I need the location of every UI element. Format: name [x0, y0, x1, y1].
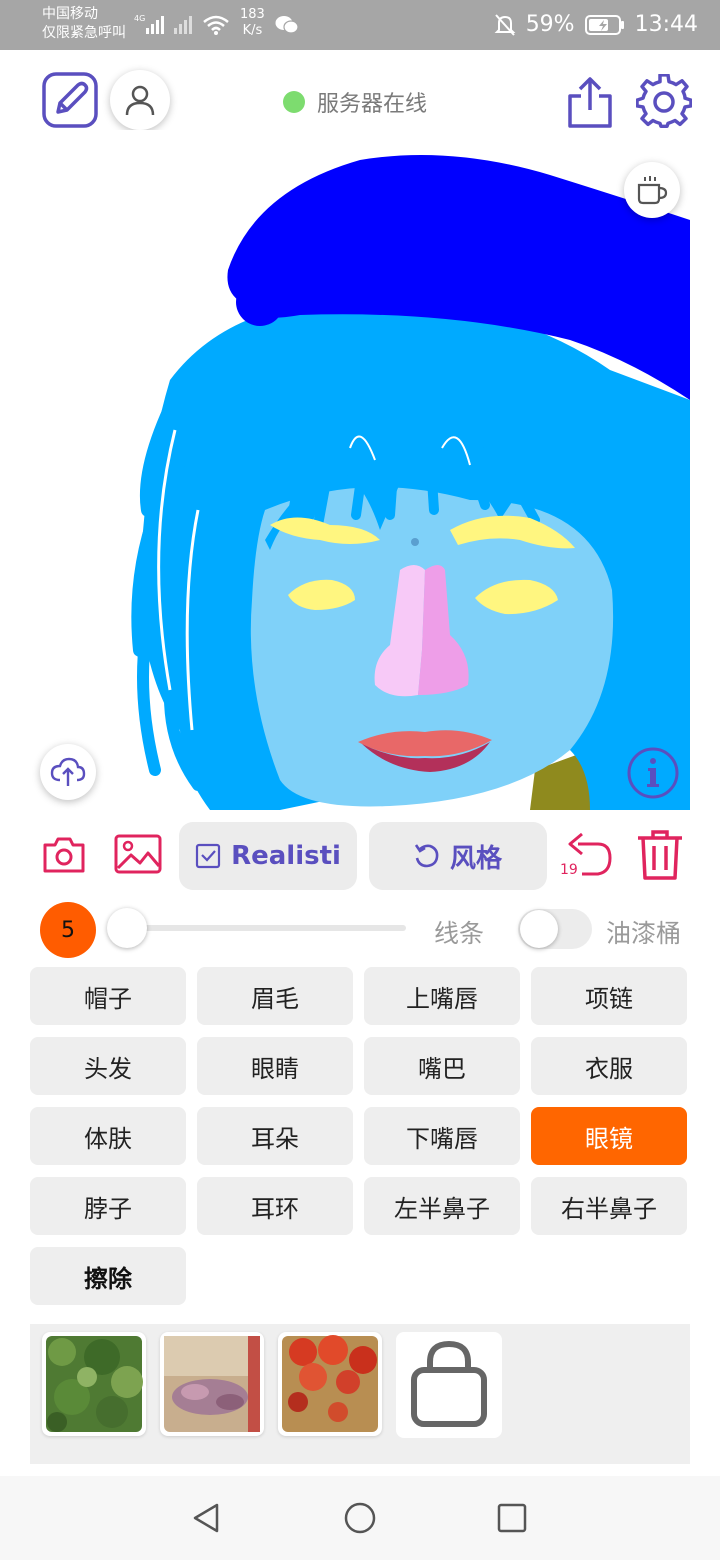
net-speed-unit: K/s	[242, 23, 263, 38]
carrier-info: 中国移动 仅限紧急呼叫	[42, 5, 126, 43]
bucket-toggle-knob[interactable]	[520, 910, 558, 948]
upload-cloud-icon	[50, 757, 86, 786]
net-speed-value: 183	[240, 7, 265, 22]
brush-size-badge: 5	[40, 902, 96, 958]
coffee-icon	[637, 176, 668, 205]
label-left-nose[interactable]: 左半鼻子	[364, 1177, 520, 1235]
image-icon[interactable]	[114, 834, 162, 874]
textured-pink-thumbnail	[164, 1336, 260, 1432]
label-lower-lip[interactable]: 下嘴唇	[364, 1107, 520, 1165]
bucket-label: 油漆桶	[606, 919, 682, 948]
style-mode-button[interactable]: Realisti	[179, 822, 357, 890]
back-icon[interactable]	[190, 1502, 222, 1534]
label-skin[interactable]: 体肤	[30, 1107, 186, 1165]
label-eyebrow[interactable]: 眉毛	[197, 967, 353, 1025]
user-icon	[125, 85, 155, 116]
red-flowers-thumbnail	[282, 1335, 378, 1432]
battery-icon	[584, 14, 624, 35]
style-button-label: 风格	[449, 843, 502, 874]
label-upper-lip[interactable]: 上嘴唇	[364, 967, 520, 1025]
server-status: 服务器在线	[283, 86, 427, 118]
line-mode-label: 线条	[434, 919, 485, 948]
undo-count: 19	[560, 862, 578, 878]
style-mode-label: Realisti	[231, 841, 341, 871]
label-right-nose[interactable]: 右半鼻子	[531, 1177, 687, 1235]
label-erase[interactable]: 擦除	[30, 1247, 186, 1305]
label-earrings[interactable]: 耳环	[197, 1177, 353, 1235]
signal-label: 4G	[134, 14, 145, 23]
brush-size-slider-knob[interactable]	[107, 908, 147, 948]
edit-icon[interactable]	[42, 72, 98, 128]
style-store-button[interactable]	[396, 1332, 502, 1438]
battery-percent: 59%	[525, 12, 575, 37]
server-status-dot	[283, 91, 305, 113]
drawing-canvas[interactable]	[30, 130, 690, 810]
checkbox-icon	[195, 843, 221, 869]
server-status-text: 服务器在线	[317, 92, 428, 117]
camera-icon[interactable]	[42, 836, 86, 874]
share-icon[interactable]	[566, 76, 614, 128]
upload-button[interactable]	[40, 744, 96, 800]
brush-size-slider[interactable]	[112, 925, 406, 931]
label-neck[interactable]: 脖子	[30, 1177, 186, 1235]
label-eyes[interactable]: 眼睛	[197, 1037, 353, 1095]
mute-icon	[494, 13, 516, 36]
status-bar: 中国移动 仅限紧急呼叫 4G 183 K/s 59% 13:44	[0, 0, 720, 50]
label-clothes[interactable]: 衣服	[531, 1037, 687, 1095]
carrier-status: 仅限紧急呼叫	[42, 25, 126, 41]
label-hair[interactable]: 头发	[30, 1037, 186, 1095]
clock: 13:44	[634, 12, 698, 37]
label-necklace[interactable]: 项链	[531, 967, 687, 1025]
label-hat[interactable]: 帽子	[30, 967, 186, 1025]
recents-icon[interactable]	[496, 1502, 528, 1534]
trash-icon[interactable]	[636, 828, 684, 882]
style-thumbnail-flowers[interactable]	[278, 1332, 382, 1436]
home-icon[interactable]	[343, 1501, 377, 1535]
wechat-icon	[275, 16, 299, 34]
label-mouth[interactable]: 嘴巴	[364, 1037, 520, 1095]
coffee-button[interactable]	[624, 162, 680, 218]
green-foliage-thumbnail	[46, 1336, 143, 1432]
label-ears[interactable]: 耳朵	[197, 1107, 353, 1165]
refresh-icon	[414, 844, 439, 868]
settings-icon[interactable]	[636, 74, 692, 130]
shopping-bag-icon	[411, 1340, 487, 1427]
label-glasses[interactable]: 眼镜	[531, 1107, 687, 1165]
user-button[interactable]	[110, 70, 170, 130]
status-right: 59% 13:44	[494, 12, 698, 37]
net-speed: 183 K/s	[240, 7, 265, 39]
style-thumbnail-texture[interactable]	[160, 1332, 264, 1436]
signal-icon: 4G	[134, 14, 192, 34]
info-icon[interactable]	[626, 746, 680, 800]
style-button[interactable]: 风格	[369, 822, 547, 890]
wifi-icon	[203, 15, 229, 35]
carrier-name: 中国移动	[42, 6, 98, 22]
face-sketch	[131, 155, 690, 810]
style-thumbnail-foliage[interactable]	[42, 1332, 146, 1436]
